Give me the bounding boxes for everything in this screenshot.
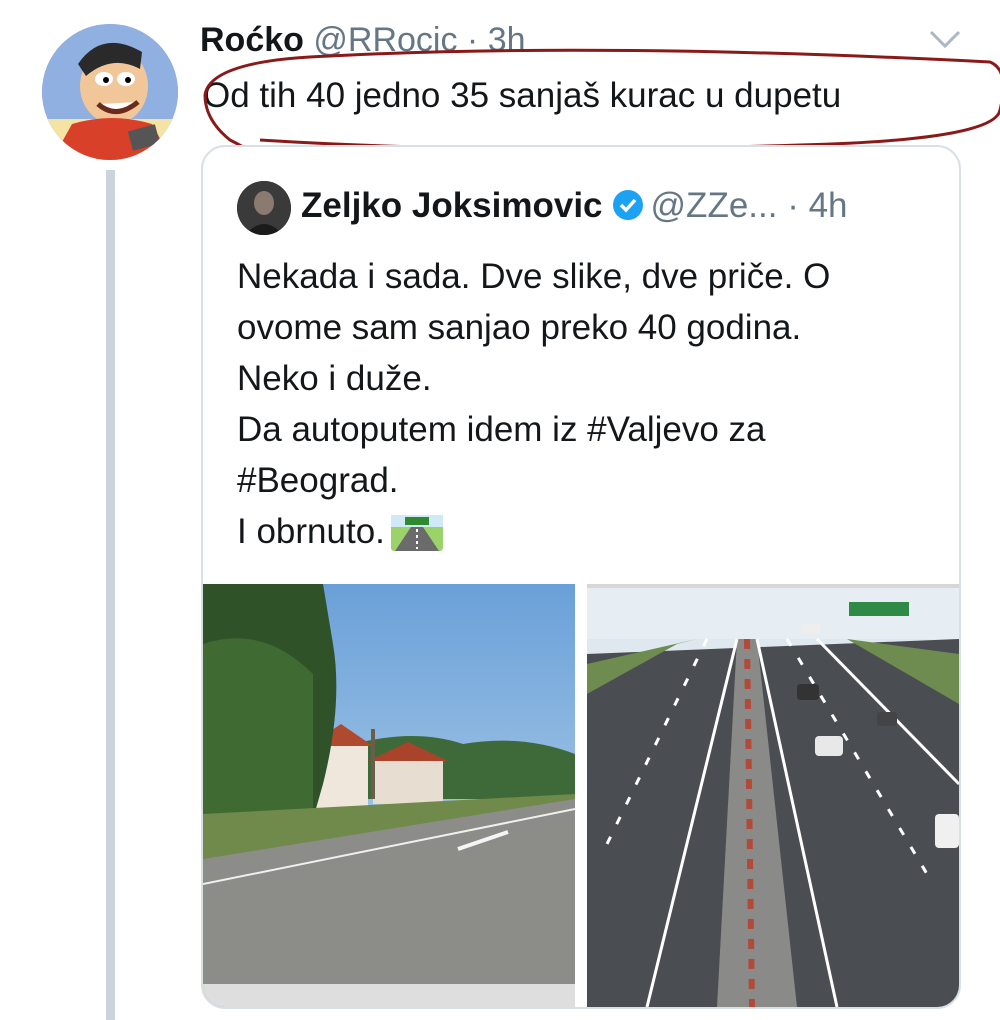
quoted-line: #Beograd. (237, 461, 399, 500)
tweet-time[interactable]: 3h (488, 21, 526, 59)
quoted-line: ovome sam sanjao preko 40 godina. (237, 308, 802, 347)
quoted-line: I obrnuto. (237, 506, 830, 557)
quoted-author-avatar[interactable] (237, 181, 291, 235)
motorway-emoji (390, 515, 443, 551)
highway-image (587, 584, 959, 1007)
quoted-header: Zeljko Joksimovic @ZZe... · 4h (301, 183, 848, 229)
thread-line (106, 170, 115, 1020)
highway-photo[interactable] (587, 584, 959, 1007)
tweet-header: Roćko @RRocic · 3h (200, 18, 526, 62)
author-avatar[interactable] (42, 24, 178, 160)
quoted-line: Nekada i sada. Dve slike, dve priče. O (237, 257, 831, 296)
quoted-separator: · (777, 186, 809, 225)
header-separator: · (457, 21, 488, 59)
verified-badge-icon (612, 190, 643, 220)
rural-road-photo[interactable] (203, 584, 575, 1007)
quoted-line: Da autoputem idem iz #Valjevo za (237, 410, 766, 449)
quoted-text: Nekada i sada. Dve slike, dve priče. O o… (237, 251, 830, 557)
quoted-line: Neko i duže. (237, 359, 432, 398)
chevron-down-icon[interactable] (925, 26, 965, 52)
person-avatar-icon (237, 181, 291, 235)
quoted-author-name[interactable]: Zeljko Joksimovic (301, 186, 603, 225)
rural-road-image (203, 584, 575, 1007)
author-handle[interactable]: @RRocic (313, 21, 457, 59)
quoted-tweet-card[interactable]: Zeljko Joksimovic @ZZe... · 4h Nekada i s… (201, 145, 961, 1009)
cartoon-avatar-icon (42, 24, 178, 160)
quoted-time[interactable]: 4h (809, 186, 848, 225)
tweet-text: Od tih 40 jedno 35 sanjaš kurac u dupetu (203, 76, 842, 115)
author-name[interactable]: Roćko (200, 21, 304, 59)
quoted-author-handle[interactable]: @ZZe... (651, 186, 778, 225)
